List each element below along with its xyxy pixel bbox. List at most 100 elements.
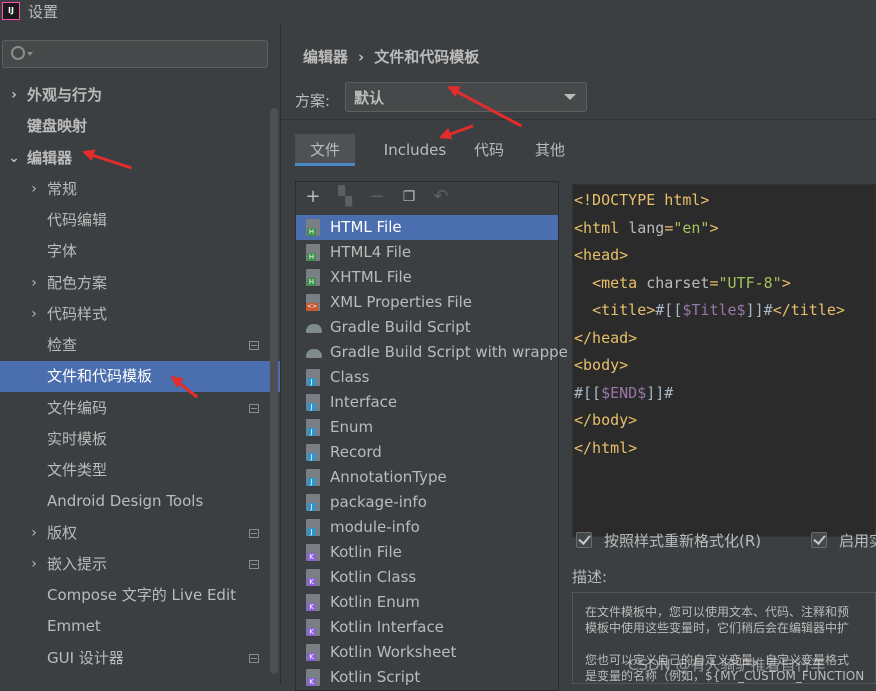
sidebar-item[interactable]: 代码编辑: [0, 205, 280, 236]
code-line: <title>#[[$Title$]]#</title>: [592, 301, 845, 319]
sidebar-item[interactable]: GUI 设计器: [0, 643, 280, 674]
reformat-checkbox[interactable]: [576, 532, 592, 548]
search-icon: [11, 46, 25, 60]
remove-icon[interactable]: −: [368, 188, 386, 206]
sidebar-item[interactable]: › 常规: [0, 174, 280, 205]
template-list-item[interactable]: Gradle Build Script with wrappe: [296, 340, 568, 365]
sidebar-item[interactable]: 文件编码: [0, 393, 280, 424]
chevron-right-icon[interactable]: ›: [8, 80, 20, 111]
template-list-item[interactable]: XHTML File: [296, 265, 558, 290]
enable-label: 启用实: [839, 532, 876, 550]
template-name: Record: [330, 443, 382, 461]
kt-file-icon: [306, 569, 320, 586]
template-name: Enum: [330, 418, 374, 436]
sidebar-item-label: 文件和代码模板: [47, 367, 153, 386]
sidebar-item-label: 嵌入提示: [47, 554, 108, 573]
watermark: CSDN @有人骑驴推着自行车: [628, 656, 826, 674]
enable-checkbox[interactable]: [811, 532, 827, 548]
sidebar-item-label: Compose 文字的 Live Edit: [47, 586, 236, 604]
copy-template-icon[interactable]: ▚: [336, 188, 354, 206]
search-history-chevron-icon[interactable]: [27, 52, 33, 56]
template-list-item[interactable]: module-info: [296, 515, 558, 540]
description-line: 模板中使用这些变量时，它们稍后会在编辑器中扩: [585, 621, 850, 635]
template-list-item[interactable]: Interface: [296, 390, 558, 415]
template-list-item[interactable]: Kotlin Worksheet: [296, 640, 558, 665]
sidebar-item[interactable]: 文件类型: [0, 455, 280, 486]
sidebar-item[interactable]: › 代码样式: [0, 299, 280, 330]
sidebar-item[interactable]: 键盘映射: [0, 111, 280, 142]
template-list-item[interactable]: Record: [296, 440, 558, 465]
chevron-right-icon[interactable]: ›: [28, 518, 40, 549]
sidebar-item[interactable]: 检查: [0, 330, 280, 361]
template-list-item[interactable]: AnnotationType: [296, 465, 558, 490]
template-name: Kotlin Worksheet: [330, 643, 457, 661]
sidebar-item[interactable]: Emmet: [0, 611, 280, 642]
template-list-item[interactable]: Kotlin Script: [296, 665, 558, 690]
template-list-item[interactable]: XML Properties File: [296, 290, 558, 315]
project-level-icon: [249, 528, 259, 538]
sidebar-item[interactable]: 实时模板: [0, 424, 280, 455]
tab-other[interactable]: 其他: [525, 134, 575, 166]
description-line: 在文件模板中，您可以使用文本、代码、注释和预: [585, 605, 850, 619]
reset-icon[interactable]: ↶: [432, 188, 450, 206]
sidebar-item-label: GUI 设计器: [47, 648, 124, 667]
sidebar-item[interactable]: 字体: [0, 236, 280, 267]
scheme-value: 默认: [354, 89, 385, 107]
template-list-item[interactable]: Class: [296, 365, 558, 390]
sidebar-item[interactable]: › 外观与行为: [0, 80, 280, 111]
search-input[interactable]: [2, 40, 268, 68]
kt-file-icon: [306, 594, 320, 611]
template-list-item[interactable]: Gradle Build Script: [296, 315, 558, 340]
code-line: </body>: [574, 411, 638, 429]
chevron-right-icon[interactable]: ›: [28, 299, 40, 330]
java-file-icon: [306, 369, 320, 386]
template-list-item[interactable]: Kotlin File: [296, 540, 558, 565]
code-line: </head>: [574, 328, 638, 347]
divider: [281, 119, 876, 120]
project-level-icon: [249, 403, 259, 413]
sidebar-item-label: 检查: [47, 336, 78, 354]
sidebar-item-label: 外观与行为: [27, 86, 103, 104]
sidebar-item[interactable]: › 嵌入提示: [0, 549, 280, 580]
project-level-icon: [249, 653, 259, 663]
sidebar-item[interactable]: Compose 文字的 Live Edit: [0, 580, 280, 611]
sidebar-item[interactable]: Android Design Tools: [0, 486, 280, 517]
settings-content: 编辑器 › 文件和代码模板 方案: 默认 文件 Includes 代码 其他 + ▚…: [281, 24, 876, 691]
template-tabs: 文件 Includes 代码 其他: [295, 134, 855, 166]
java-file-icon: [306, 394, 320, 411]
sidebar-item[interactable]: › 配色方案: [0, 268, 280, 299]
template-list-item[interactable]: Enum: [296, 415, 558, 440]
window-title: 设置: [28, 3, 59, 21]
java-file-icon: [306, 494, 320, 511]
template-list-item[interactable]: HTML4 File: [296, 240, 558, 265]
add-icon[interactable]: +: [304, 188, 322, 206]
template-name: Gradle Build Script with wrappe: [330, 343, 568, 361]
duplicate-icon[interactable]: ❐: [400, 188, 418, 206]
breadcrumb-parent[interactable]: 编辑器: [303, 48, 348, 66]
xml-file-icon: [306, 294, 320, 311]
template-list-item[interactable]: HTML File: [296, 215, 558, 240]
template-name: Class: [330, 368, 370, 386]
template-list-item[interactable]: Kotlin Class: [296, 565, 558, 590]
sidebar-item-label: 文件编码: [47, 398, 108, 417]
sidebar-item-label: 配色方案: [47, 273, 108, 292]
sidebar-item[interactable]: ⌄ 编辑器: [0, 143, 280, 174]
sidebar-scrollbar[interactable]: [270, 108, 278, 674]
chevron-right-icon[interactable]: ›: [28, 174, 40, 205]
tab-code[interactable]: 代码: [463, 134, 515, 166]
sidebar-item[interactable]: › 版权: [0, 518, 280, 549]
chevron-down-icon[interactable]: ⌄: [8, 143, 20, 174]
tab-files[interactable]: 文件: [295, 134, 355, 166]
chevron-right-icon[interactable]: ›: [28, 268, 40, 299]
template-code-editor[interactable]: <!DOCTYPE html> <html lang="en"> <head> <m…: [572, 184, 876, 537]
sidebar-item-label: 字体: [47, 242, 78, 261]
template-list-item[interactable]: package-info: [296, 490, 558, 515]
chevron-right-icon[interactable]: ›: [28, 549, 40, 580]
template-list-item[interactable]: Kotlin Interface: [296, 615, 558, 640]
html-file-icon: [306, 269, 320, 286]
sidebar-item-label: 实时模板: [47, 429, 108, 448]
template-name: module-info: [330, 518, 420, 536]
template-list-item[interactable]: Kotlin Enum: [296, 590, 558, 615]
template-name: Interface: [330, 393, 398, 411]
sidebar-item[interactable]: 文件和代码模板: [0, 361, 280, 393]
